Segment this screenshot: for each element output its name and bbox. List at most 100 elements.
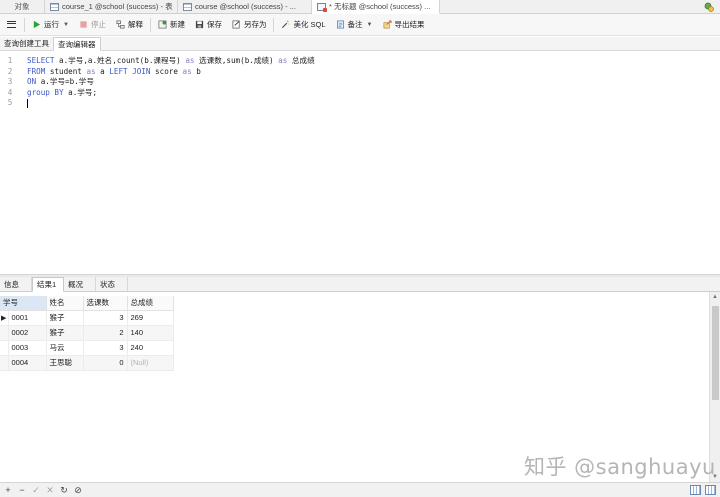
tab-status-label: 状态 — [100, 279, 115, 289]
line-number-gutter: 12345 — [0, 56, 20, 109]
sql-keyword: as — [182, 66, 192, 76]
tab-query-builder[interactable]: 查询创建工具 — [0, 37, 53, 50]
cell-course-count[interactable]: 3 — [83, 340, 128, 356]
save-button[interactable]: 保存 — [190, 16, 227, 34]
new-button[interactable]: 新建 — [153, 16, 190, 34]
row-marker — [0, 340, 9, 356]
cell-total-score[interactable]: 269 — [127, 310, 174, 326]
cell-total-score[interactable]: 240 — [127, 340, 174, 356]
run-button[interactable]: 运行 ▼ — [27, 16, 74, 34]
refresh-icon[interactable]: ↻ — [58, 485, 70, 496]
sql-text: a.学号,a.姓名,count(b.课程号) — [54, 56, 186, 65]
sql-text: b — [191, 66, 201, 76]
comment-button[interactable]: 备注 ▼ — [331, 16, 378, 34]
text-cursor — [27, 98, 28, 108]
column-header-course-count[interactable]: 选课数 — [83, 296, 128, 311]
cell-name[interactable]: 马云 — [46, 340, 84, 356]
sql-keyword: as — [86, 66, 96, 76]
cell-name[interactable]: 猴子 — [46, 325, 84, 341]
save-label: 保存 — [206, 20, 222, 29]
sql-text: a.学号=b.学号 — [36, 77, 94, 86]
table-icon — [50, 2, 59, 11]
column-header-total-score[interactable]: 总成绩 — [127, 296, 174, 311]
run-label: 运行 — [44, 20, 59, 29]
tab-course-1-table[interactable]: course_1 @school (success) - 表 — [45, 0, 178, 13]
query-toolbar: 运行 ▼ 停止 解释 新建 保存 另存为 美化 SQL 备注 ▼ 导出结果 — [0, 14, 720, 36]
column-header-name[interactable]: 姓名 — [46, 296, 84, 311]
code-line[interactable]: SELECT a.学号,a.姓名,count(b.课程号) as 选课数,sum… — [27, 56, 315, 67]
cell-total-score[interactable]: 140 — [127, 325, 174, 341]
watermark: 知乎 @sanghuayu — [524, 455, 716, 479]
delete-record-icon[interactable]: − — [16, 485, 28, 495]
result-tabs: 信息 结果1 概况 状态 — [0, 277, 720, 292]
code-line[interactable] — [27, 98, 315, 109]
tab-result-1[interactable]: 结果1 — [32, 277, 64, 292]
cell-name[interactable]: 猴子 — [46, 310, 84, 326]
chevron-down-icon[interactable]: ▼ — [63, 22, 69, 28]
save-icon — [195, 20, 204, 29]
column-header-student-id[interactable]: 学号 — [0, 296, 47, 311]
grid-view-icon[interactable] — [690, 485, 701, 495]
discard-changes-icon[interactable]: ✕ — [44, 485, 56, 496]
code-line[interactable]: group BY a.学号; — [27, 88, 315, 99]
connection-settings-icon[interactable] — [704, 2, 714, 12]
code-line[interactable]: FROM student as a LEFT JOIN score as b — [27, 67, 315, 78]
tab-untitled-query[interactable]: * 无标题 @school (success) ... — [312, 0, 440, 14]
cell-student-id[interactable]: 0001 — [8, 310, 47, 326]
add-record-icon[interactable]: + — [2, 485, 14, 495]
column-header-label: 总成绩 — [130, 298, 154, 308]
apply-changes-icon[interactable]: ✓ — [30, 485, 42, 496]
query-icon — [317, 2, 327, 12]
scrollbar-thumb[interactable] — [712, 306, 719, 400]
tab-message-label: 信息 — [4, 279, 19, 289]
menu-button[interactable] — [0, 21, 22, 28]
export-results-button[interactable]: 导出结果 — [378, 16, 430, 34]
cell-course-count[interactable]: 0 — [83, 355, 128, 371]
play-icon — [33, 20, 41, 29]
scroll-up-icon[interactable]: ▲ — [712, 294, 718, 300]
cell-student-id[interactable]: 0002 — [8, 325, 47, 341]
tab-objects-label: 对象 — [14, 2, 30, 11]
explain-button[interactable]: 解释 — [111, 16, 148, 34]
sql-code[interactable]: SELECT a.学号,a.姓名,count(b.课程号) as 选课数,sum… — [27, 56, 315, 109]
table-row[interactable]: ▶ 0001 猴子 3 269 — [0, 310, 174, 326]
line-number: 3 — [7, 77, 13, 86]
chevron-down-icon[interactable]: ▼ — [367, 22, 373, 28]
cell-total-score[interactable]: (Null) — [127, 355, 174, 371]
save-as-button[interactable]: 另存为 — [227, 16, 272, 34]
tab-query-editor-label: 查询编辑器 — [58, 39, 96, 49]
tab-profile[interactable]: 概况 — [64, 277, 96, 291]
tab-course-table[interactable]: course @school (success) - ... — [178, 0, 312, 13]
code-line[interactable]: ON a.学号=b.学号 — [27, 77, 315, 88]
cell-course-count[interactable]: 2 — [83, 325, 128, 341]
cell-student-id[interactable]: 0004 — [8, 355, 47, 371]
row-marker — [0, 325, 9, 341]
table-icon — [183, 2, 192, 11]
sql-editor[interactable]: 12345 SELECT a.学号,a.姓名,count(b.课程号) as 选… — [0, 52, 720, 274]
tab-label: * 无标题 @school (success) ... — [329, 2, 431, 11]
result-grid[interactable]: 学号 姓名 选课数 总成绩 ▶ 0001 猴子 3 269 0002 猴子 2 … — [0, 296, 709, 371]
record-navigation-bar: + − ✓ ✕ ↻ ⊘ — [0, 482, 720, 497]
table-row[interactable]: 0002 猴子 2 140 — [0, 325, 174, 341]
table-row[interactable]: 0004 王思聪 0 (Null) — [0, 355, 174, 371]
cell-course-count[interactable]: 3 — [83, 310, 128, 326]
stop-button[interactable]: 停止 — [74, 16, 111, 34]
export-results-label: 导出结果 — [394, 20, 425, 29]
beautify-sql-label: 美化 SQL — [293, 20, 326, 29]
tab-message[interactable]: 信息 — [0, 277, 32, 291]
sql-text: score — [150, 66, 183, 76]
tab-status[interactable]: 状态 — [96, 277, 128, 291]
hamburger-icon — [6, 21, 16, 28]
beautify-sql-button[interactable]: 美化 SQL — [276, 16, 330, 34]
form-view-icon[interactable] — [705, 485, 716, 495]
current-row-indicator-icon: ▶ — [0, 310, 9, 326]
document-tab-bar: 对象 course_1 @school (success) - 表 course… — [0, 0, 720, 14]
cell-name[interactable]: 王思聪 — [46, 355, 84, 371]
cell-student-id[interactable]: 0003 — [8, 340, 47, 356]
tab-objects[interactable]: 对象 — [0, 0, 45, 13]
stop-loading-icon[interactable]: ⊘ — [72, 485, 84, 496]
line-number: 4 — [7, 87, 13, 97]
stop-icon — [80, 21, 87, 28]
tab-query-editor[interactable]: 查询编辑器 — [53, 37, 101, 51]
table-row[interactable]: 0003 马云 3 240 — [0, 340, 174, 356]
